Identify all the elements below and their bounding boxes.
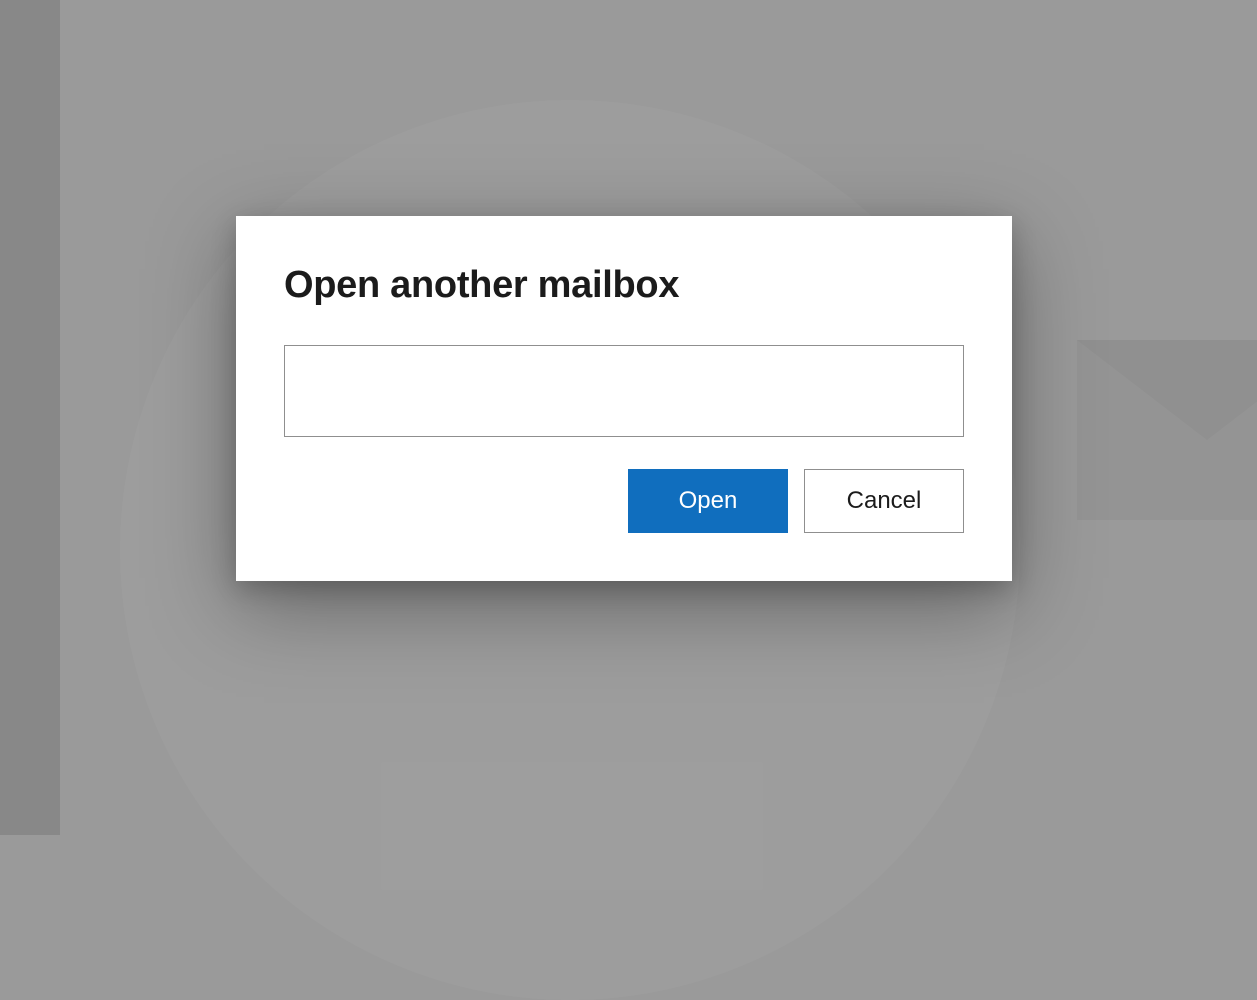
open-button[interactable]: Open bbox=[628, 469, 788, 533]
mailbox-input[interactable] bbox=[284, 345, 964, 437]
dialog-button-row: Open Cancel bbox=[284, 469, 964, 533]
open-mailbox-dialog: Open another mailbox Open Cancel bbox=[236, 216, 1012, 581]
dialog-title: Open another mailbox bbox=[284, 264, 964, 307]
cancel-button[interactable]: Cancel bbox=[804, 469, 964, 533]
modal-overlay: Open another mailbox Open Cancel bbox=[0, 0, 1257, 835]
